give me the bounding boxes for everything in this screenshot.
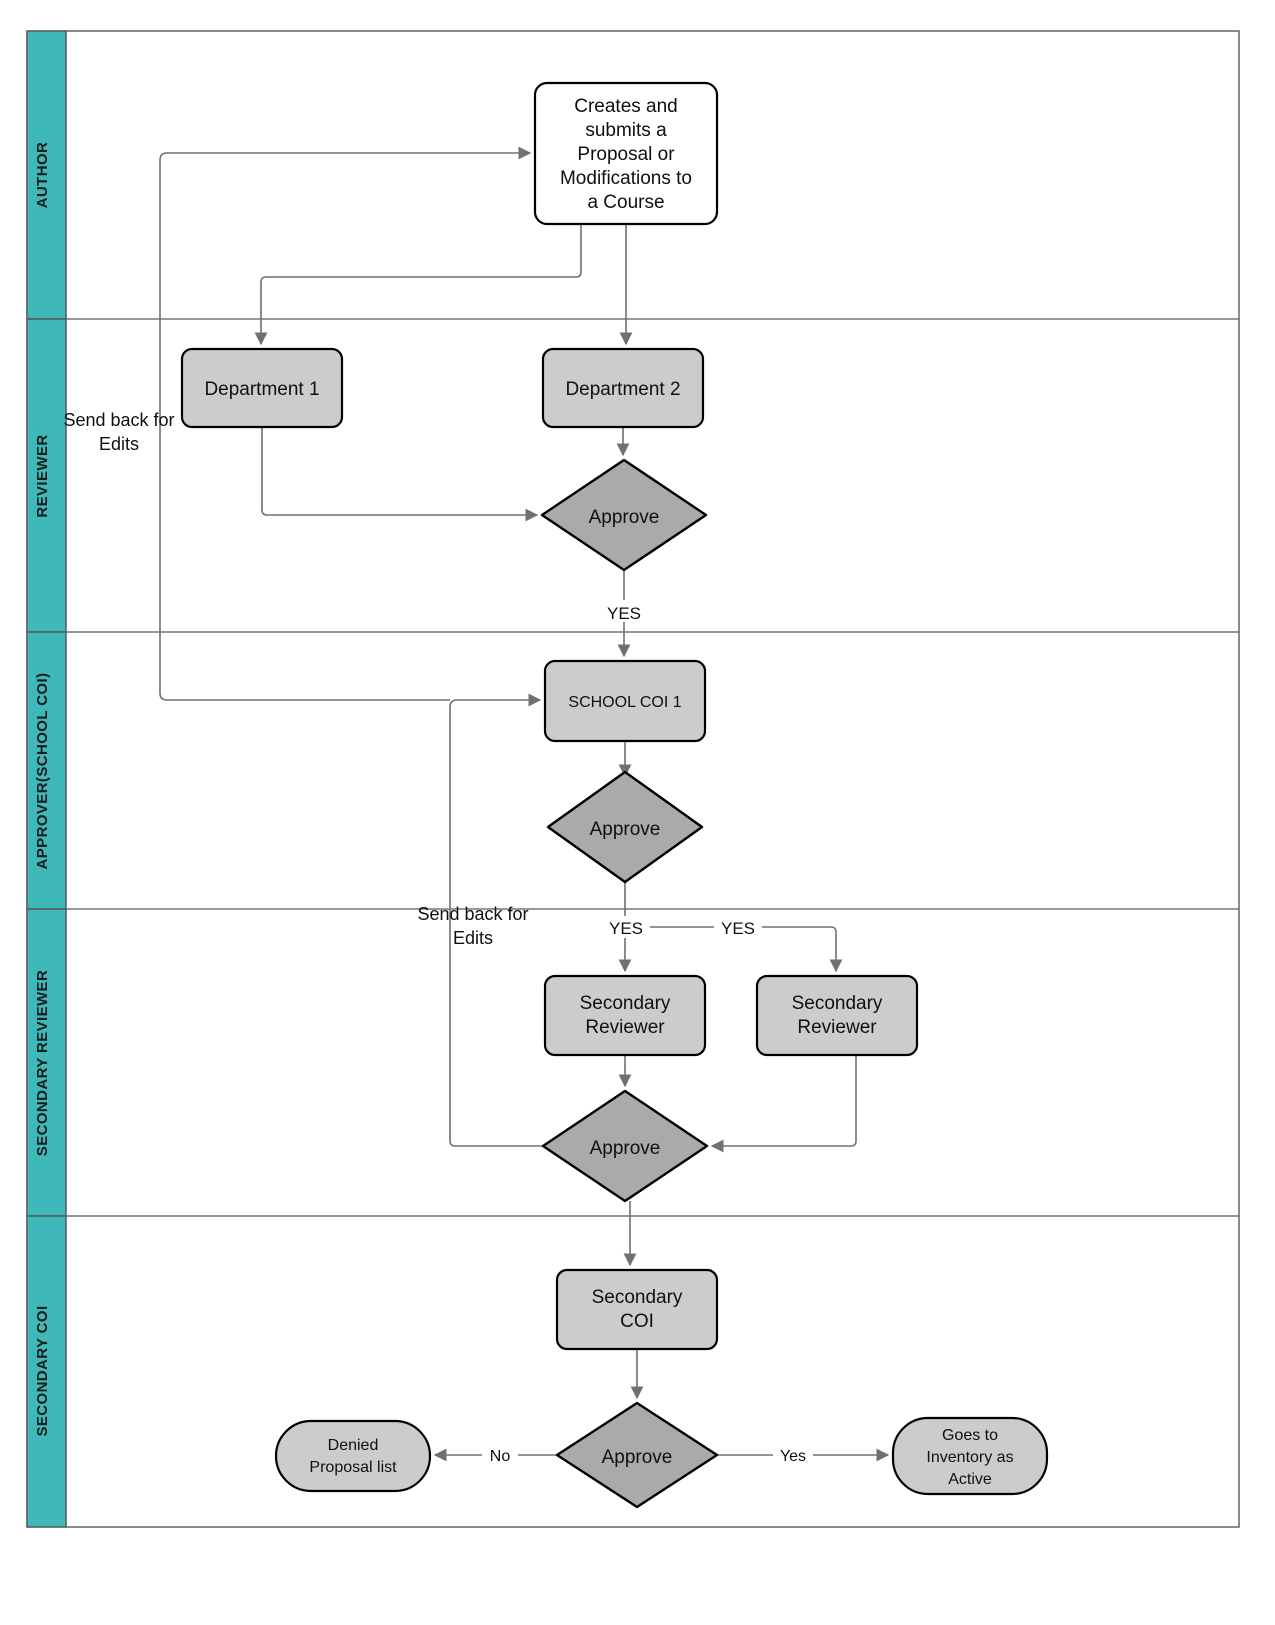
node-label-department-1: Department 1 [204, 379, 319, 400]
node-label-line: COI [620, 1311, 654, 1332]
node-label-line: Active [948, 1471, 992, 1488]
node-label-department-2: Department 2 [565, 379, 680, 400]
edge-label-yes-approver-right: YES [714, 916, 762, 938]
lane-header-author: AUTHOR [26, 30, 67, 320]
lane-label-approver: APPROVER(SCHOOL COI) [34, 673, 51, 870]
edge-label-line: Edits [453, 928, 493, 948]
node-label-reviewer-approve: Approve [589, 507, 660, 528]
lane-header-secondary-reviewer: SECONDARY REVIEWER [26, 908, 67, 1217]
lane-header-approver: APPROVER(SCHOOL COI) [26, 631, 67, 910]
node-label-line: Inventory as [926, 1449, 1013, 1466]
node-label-line: Reviewer [797, 1017, 877, 1038]
edge-label-yes-approver-left: YES [602, 916, 650, 938]
node-create-proposal[interactable]: Creates and submits a Proposal or Modifi… [533, 81, 719, 226]
edge-label-line: Edits [99, 434, 139, 454]
lane-label-reviewer: REVIEWER [34, 434, 51, 517]
node-label-line: Reviewer [585, 1017, 665, 1038]
node-school-coi-1[interactable]: SCHOOL COI 1 [543, 659, 707, 743]
node-label-line: Secondary [592, 1287, 683, 1308]
edge-label-yes: YES [609, 919, 643, 938]
node-department-1[interactable]: Department 1 [180, 347, 344, 429]
node-label-line: Secondary [580, 993, 671, 1014]
lane-label-author: AUTHOR [34, 142, 51, 209]
edge-label-yes: YES [607, 604, 641, 623]
node-department-2[interactable]: Department 2 [541, 347, 705, 429]
edge-label-line: Send back for [417, 904, 528, 924]
node-label-secondary-coi-approve: Approve [602, 1447, 673, 1468]
edge-label-yes: YES [721, 919, 755, 938]
swimlane-diagram-canvas: AUTHOR REVIEWER APPROVER(SCHOOL COI) SEC… [0, 0, 1275, 1625]
node-secondary-reviewer-1[interactable]: Secondary Reviewer [543, 974, 707, 1057]
node-label-line: submits a [585, 120, 667, 141]
node-label-line: Modifications to [560, 168, 692, 189]
node-label-line: Goes to [942, 1427, 998, 1444]
lane-label-secondary-coi: SECONDARY COI [34, 1305, 51, 1436]
edge-label-line: Send back for [63, 410, 174, 430]
edge-label-yes: Yes [780, 1448, 806, 1465]
node-label-secondary-reviewer-approve: Approve [590, 1138, 661, 1159]
node-goes-to-inventory[interactable]: Goes to Inventory as Active [891, 1416, 1049, 1496]
node-label-school-coi-1: SCHOOL COI 1 [568, 694, 681, 711]
node-label-line: Proposal or [577, 144, 675, 165]
lane-header-reviewer: REVIEWER [26, 318, 67, 633]
edge-label-yes-inventory: Yes [773, 1443, 813, 1465]
edge-label-no-denied: No [482, 1443, 518, 1465]
node-label-line: Creates and [574, 96, 678, 117]
lane-label-secondary-reviewer: SECONDARY REVIEWER [34, 970, 51, 1156]
node-label-line: Proposal list [309, 1459, 397, 1476]
node-secondary-reviewer-2[interactable]: Secondary Reviewer [755, 974, 919, 1057]
node-label-line: Secondary [792, 993, 883, 1014]
edge-label-yes-reviewer: YES [600, 600, 648, 623]
node-label-line: Denied [328, 1437, 379, 1454]
node-label-approver-approve: Approve [590, 819, 661, 840]
node-denied-proposal-list[interactable]: Denied Proposal list [274, 1419, 432, 1493]
lane-header-secondary-coi: SECONDARY COI [26, 1215, 67, 1528]
node-secondary-coi[interactable]: Secondary COI [555, 1268, 719, 1351]
edge-label-no: No [490, 1448, 511, 1465]
node-label-line: a Course [587, 192, 664, 213]
